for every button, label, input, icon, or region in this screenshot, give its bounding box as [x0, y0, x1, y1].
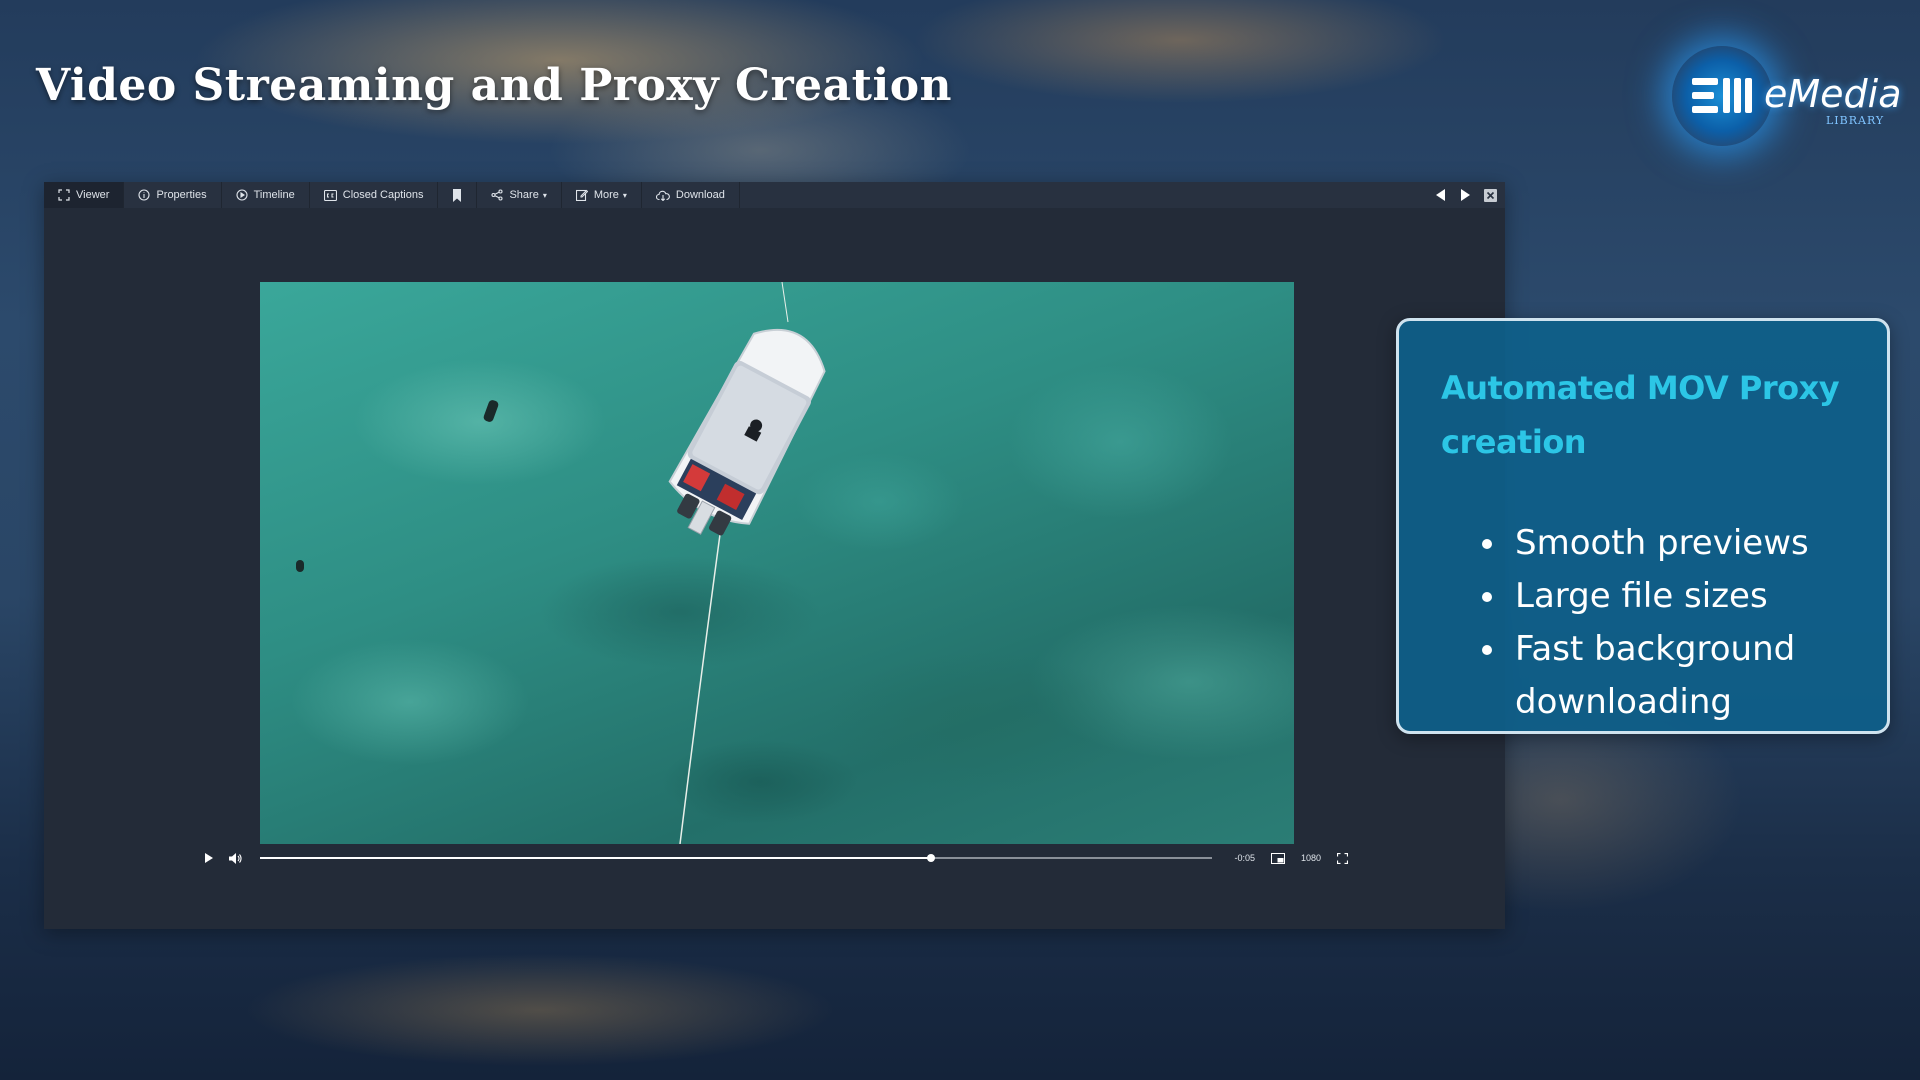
- download-button[interactable]: Download: [642, 182, 740, 208]
- volume-button[interactable]: [229, 852, 242, 864]
- more-dropdown[interactable]: More ▾: [562, 182, 642, 208]
- share-dropdown[interactable]: Share ▾: [477, 182, 562, 208]
- panel-heading: Automated MOV Proxy creation: [1441, 369, 1840, 461]
- more-label: More: [593, 189, 619, 201]
- share-icon: [491, 189, 504, 201]
- picture-in-picture-icon: [1270, 852, 1285, 864]
- feature-callout-panel: Automated MOV Proxy creation Smooth prev…: [1396, 318, 1890, 734]
- quality-selector[interactable]: 1080: [1301, 853, 1321, 863]
- viewer-toolbar: Viewer Properties Timeline Closed Captio…: [44, 182, 1505, 208]
- tab-closed-captions[interactable]: Closed Captions: [310, 182, 439, 208]
- media-viewer-window: Viewer Properties Timeline Closed Captio…: [44, 182, 1505, 929]
- volume-icon: [229, 852, 242, 864]
- tab-properties[interactable]: Properties: [124, 182, 222, 208]
- progress-scrubber[interactable]: [927, 854, 936, 862]
- video-frame[interactable]: [260, 282, 1294, 844]
- logo-badge-icon: [1672, 46, 1772, 146]
- cc-icon: [323, 189, 337, 201]
- swimmer-figure: [296, 560, 304, 572]
- feature-list: Smooth previews Large file sizes Fast ba…: [1477, 517, 1889, 729]
- edit-icon: [575, 189, 588, 201]
- tab-properties-label: Properties: [156, 189, 207, 201]
- info-icon: [138, 189, 150, 201]
- tab-viewer-label: Viewer: [76, 189, 110, 201]
- video-controls: -0:05 1080: [196, 846, 1356, 870]
- slide-title: Video Streaming and Proxy Creation: [36, 60, 953, 111]
- download-label: Download: [675, 189, 725, 201]
- video-progress-bar[interactable]: [260, 854, 1213, 862]
- cloud-download-icon: [655, 190, 670, 201]
- next-arrow-icon[interactable]: [1460, 189, 1470, 201]
- share-label: Share: [509, 189, 539, 201]
- tab-viewer[interactable]: Viewer: [44, 182, 125, 208]
- tab-timeline-label: Timeline: [253, 189, 295, 201]
- play-button[interactable]: [204, 853, 213, 863]
- fullscreen-icon: [1337, 852, 1348, 864]
- logo-subtitle: LIBRARY: [1826, 114, 1885, 127]
- previous-arrow-icon[interactable]: [1436, 189, 1446, 201]
- feature-item: Large file sizes: [1509, 570, 1889, 623]
- feature-item: Fast background downloading: [1509, 623, 1889, 729]
- emedia-logo: eMedia LIBRARY: [1672, 42, 1902, 152]
- play-circle-icon: [236, 189, 248, 201]
- boat-image: [668, 328, 826, 536]
- progress-fill: [260, 857, 932, 859]
- toolbar-nav: [1436, 182, 1497, 208]
- bookmark-button[interactable]: [438, 182, 478, 208]
- chevron-down-icon: ▾: [622, 190, 627, 200]
- tab-closed-captions-label: Closed Captions: [342, 189, 424, 201]
- chevron-down-icon: ▾: [542, 190, 547, 200]
- close-icon[interactable]: [1484, 188, 1497, 202]
- logo-wordmark: eMedia: [1764, 72, 1902, 116]
- time-remaining: -0:05: [1234, 853, 1255, 863]
- feature-item: Smooth previews: [1509, 517, 1889, 570]
- picture-in-picture-button[interactable]: [1270, 852, 1285, 864]
- fullscreen-icon: [58, 189, 70, 201]
- fullscreen-button[interactable]: [1337, 852, 1348, 864]
- play-icon: [205, 853, 213, 863]
- bookmark-icon: [453, 188, 462, 202]
- tab-timeline[interactable]: Timeline: [222, 182, 310, 208]
